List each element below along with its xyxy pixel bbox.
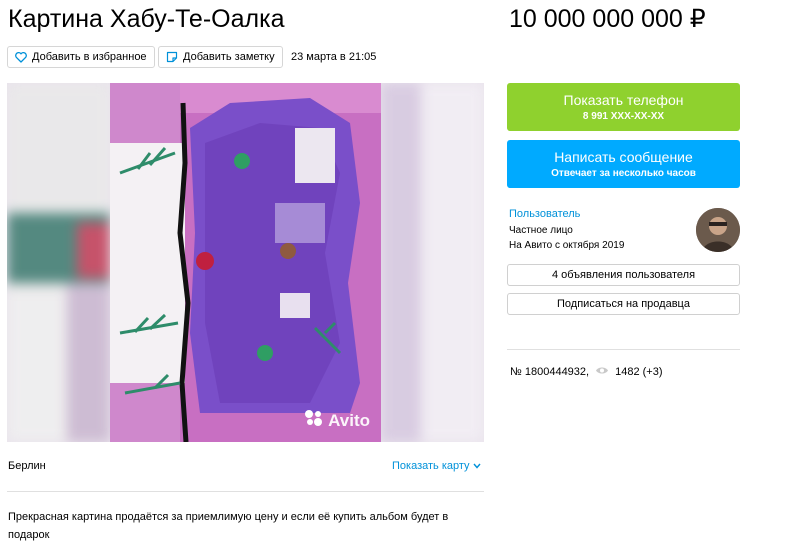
gallery-blur-right [381, 83, 484, 442]
show-phone-label: Показать телефон [563, 92, 684, 108]
show-map-label: Показать карту [392, 460, 470, 472]
add-note-button[interactable]: Добавить заметку [158, 46, 283, 68]
seller-name-link[interactable]: Пользователь [509, 208, 580, 220]
ad-info: № 1800444932, 1482 (+3) [510, 366, 663, 378]
seller-listings-button[interactable]: 4 объявления пользователя [507, 264, 740, 286]
subscribe-seller-button[interactable]: Подписаться на продавца [507, 293, 740, 315]
write-message-button[interactable]: Написать сообщение Отвечает за несколько… [507, 140, 740, 188]
show-phone-button[interactable]: Показать телефон 8 991 XXX-XX-XX [507, 83, 740, 131]
photo-gallery[interactable]: Avito [7, 83, 484, 442]
section-divider [7, 491, 484, 492]
listing-price: 10 000 000 000 ₽ [509, 5, 706, 33]
heart-icon [15, 51, 27, 63]
listing-photo [110, 83, 381, 442]
eye-icon [595, 366, 609, 378]
add-favorite-button[interactable]: Добавить в избранное [7, 46, 155, 68]
sidebar-divider [507, 349, 740, 350]
subscribe-seller-label: Подписаться на продавца [557, 298, 690, 310]
listing-title: Картина Хабу-Те-Оалка [8, 5, 285, 33]
location-city: Берлин [8, 460, 46, 472]
add-favorite-label: Добавить в избранное [32, 51, 147, 63]
avito-logo-icon [304, 409, 324, 432]
phone-masked: 8 991 XXX-XX-XX [582, 111, 665, 122]
seller-listings-label: 4 объявления пользователя [551, 269, 696, 281]
publish-date: 23 марта в 21:05 [291, 51, 377, 63]
views-count: 1482 (+3) [615, 366, 663, 378]
avatar[interactable] [696, 208, 740, 252]
show-map-link[interactable]: Показать карту [392, 460, 481, 472]
chevron-down-icon [472, 460, 481, 472]
listing-description: Прекрасная картина продаётся за приемлим… [8, 511, 449, 541]
ad-number: № 1800444932, [510, 366, 590, 378]
response-time: Отвечает за несколько часов [551, 168, 696, 179]
watermark: Avito [304, 409, 370, 432]
seller-type: Частное лицо [509, 225, 573, 236]
gallery-blur-left [7, 83, 110, 442]
note-icon [166, 51, 178, 63]
watermark-text: Avito [328, 410, 370, 430]
write-message-label: Написать сообщение [554, 149, 693, 165]
add-note-label: Добавить заметку [183, 51, 275, 63]
seller-since: На Авито с октября 2019 [509, 240, 625, 251]
